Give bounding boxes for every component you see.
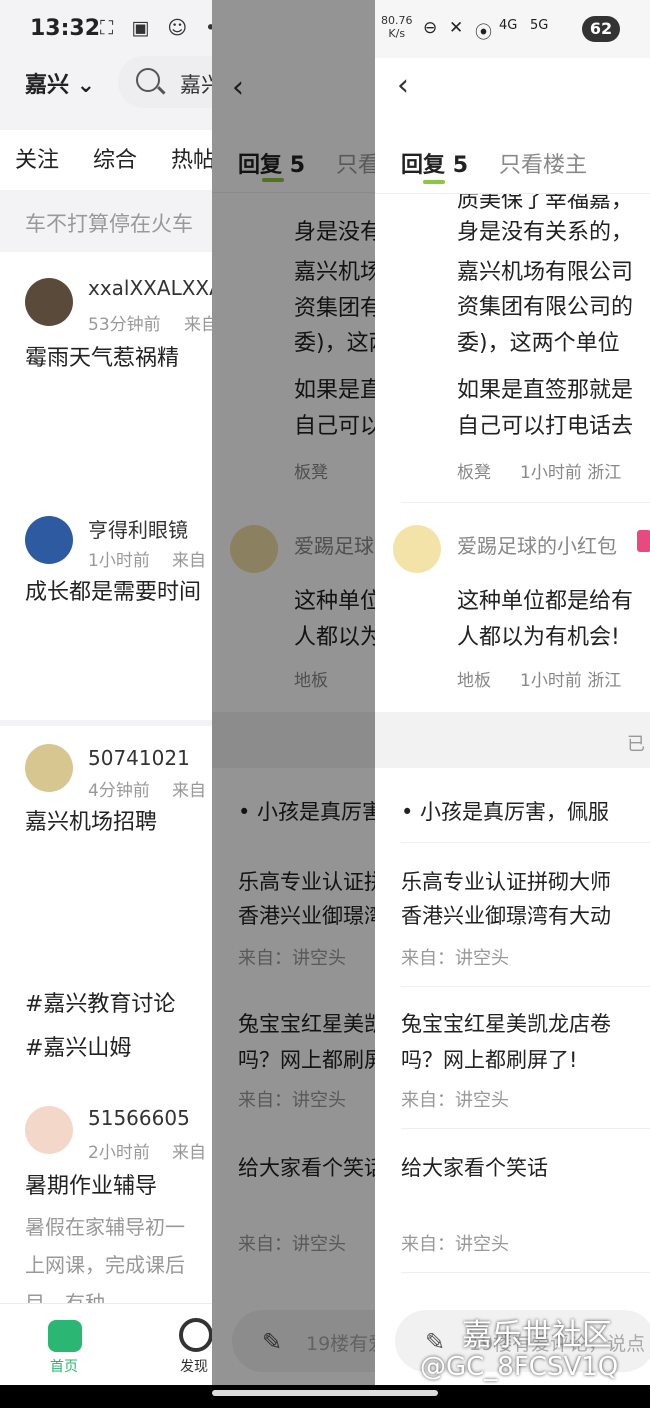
post-from: 来自: [172, 1143, 206, 1163]
avatar[interactable]: [25, 744, 73, 792]
topic-tag[interactable]: #嘉兴教育讨论: [25, 986, 175, 1018]
post-time: 2小时前: [88, 1143, 150, 1163]
signal-5g: 5G: [530, 18, 549, 33]
section-gap: 已: [375, 712, 650, 768]
topic-tag[interactable]: #嘉兴山姆: [25, 1030, 131, 1062]
related-source: 来自：讲空头: [401, 1234, 509, 1255]
body-line: 如果是直签那就是: [457, 378, 634, 403]
back-icon[interactable]: ‹: [397, 68, 409, 103]
floor-label: 地板: [457, 671, 491, 691]
username[interactable]: xxalXXALXXA: [88, 276, 223, 300]
status-bar: 80.76 K/s ⊖ ✕ ⦿ 4G 5G 62: [375, 0, 650, 58]
gap-text: 已: [627, 734, 645, 755]
related-title[interactable]: 给大家看个笑话: [401, 1152, 548, 1182]
nav-home-label[interactable]: 首页: [50, 1356, 78, 1376]
status-icons: ⛶ ▣ ☺ •: [100, 17, 223, 39]
body-line: 身是没有关系的，: [457, 220, 634, 245]
post-from: 来自: [172, 551, 206, 571]
detail-page: 80.76 K/s ⊖ ✕ ⦿ 4G 5G 62 ‹ 回复 5 只看楼主 质美保…: [375, 0, 650, 1385]
related-title[interactable]: 香港兴业御璟湾有大动: [401, 900, 611, 930]
commenter-name[interactable]: 爱踢足球的小红包: [457, 530, 617, 559]
tab-hot[interactable]: 热帖: [171, 142, 215, 174]
floor-time: 1小时前 浙江: [520, 463, 622, 483]
post-title[interactable]: 霉雨天气惹祸精: [25, 340, 179, 372]
avatar[interactable]: [25, 278, 73, 326]
floor-time: 1小时前 浙江: [520, 671, 622, 691]
discover-icon[interactable]: [179, 1318, 213, 1352]
comment-line: 人都以为有机会!: [457, 625, 620, 650]
tab-follow[interactable]: 关注: [15, 142, 59, 174]
related-title[interactable]: • 小孩是真厉害，佩服: [401, 796, 609, 826]
tab-reply[interactable]: 回复 5: [401, 147, 468, 179]
post-title[interactable]: 嘉兴机场招聘: [25, 804, 157, 836]
mute-icon: ✕: [449, 18, 464, 38]
tab-underline: [423, 180, 445, 184]
post-title[interactable]: 成长都是需要时间: [25, 574, 201, 606]
avatar[interactable]: [25, 1106, 73, 1154]
location-selector[interactable]: 嘉兴 ⌄: [25, 67, 95, 99]
related-title[interactable]: 兔宝宝红星美凯龙店卷: [401, 1008, 611, 1038]
post-time: 1小时前: [88, 551, 150, 571]
body-line: 嘉兴机场有限公司: [457, 260, 634, 285]
battery-icon: 62: [582, 16, 620, 42]
body-line: 自己可以打电话去: [457, 414, 634, 439]
username[interactable]: 亨得利眼镜: [88, 514, 188, 543]
home-icon[interactable]: [48, 1320, 82, 1352]
vip-badge: [637, 530, 650, 552]
floor-label: 板凳: [457, 463, 491, 483]
username[interactable]: 51566605: [88, 1106, 190, 1130]
related-title[interactable]: 吗？网上都刷屏了!: [401, 1044, 577, 1074]
tab-general[interactable]: 综合: [93, 142, 137, 174]
gesture-bar[interactable]: [212, 1390, 438, 1396]
avatar[interactable]: [393, 525, 441, 573]
avatar[interactable]: [25, 516, 73, 564]
related-source: 来自：讲空头: [401, 948, 509, 969]
post-title[interactable]: 暑期作业辅导: [25, 1168, 157, 1200]
status-time: 13:32: [30, 16, 101, 41]
body-line: 委)，这两个单位: [457, 331, 620, 356]
post-from: 来自: [172, 781, 206, 801]
comment-line: 这种单位都是给有: [457, 589, 634, 614]
network-speed: 80.76 K/s: [381, 14, 413, 40]
post-excerpt-line: 暑假在家辅导初一: [25, 1215, 185, 1239]
related-title[interactable]: 乐高专业认证拼砌大师: [401, 866, 611, 896]
post-time: 53分钟前: [88, 315, 161, 335]
nav-find-label[interactable]: 发现: [180, 1356, 208, 1376]
tab-op-only[interactable]: 只看楼主: [499, 147, 587, 179]
dnd-icon: ⊖: [423, 18, 438, 38]
username[interactable]: 50741021: [88, 746, 190, 770]
related-source: 来自：讲空头: [401, 1090, 509, 1111]
transition-shade: [212, 0, 375, 1385]
body-line: 资集团有限公司的: [457, 295, 634, 320]
watermark-handle: @GC_8FCSV1Q: [420, 1352, 619, 1382]
search-icon: [136, 68, 160, 92]
post-time: 4分钟前: [88, 781, 150, 801]
location-icon: ⦿: [475, 23, 492, 43]
post-excerpt-line: 上网课，完成课后: [25, 1253, 185, 1277]
body-line: 质美保了幸福嘉，: [457, 188, 634, 213]
watermark-logo: 嘉乐世社区: [462, 1318, 612, 1353]
snippet-text: 车不打算停在火车: [25, 212, 193, 236]
signal-4g: 4G: [499, 18, 518, 33]
